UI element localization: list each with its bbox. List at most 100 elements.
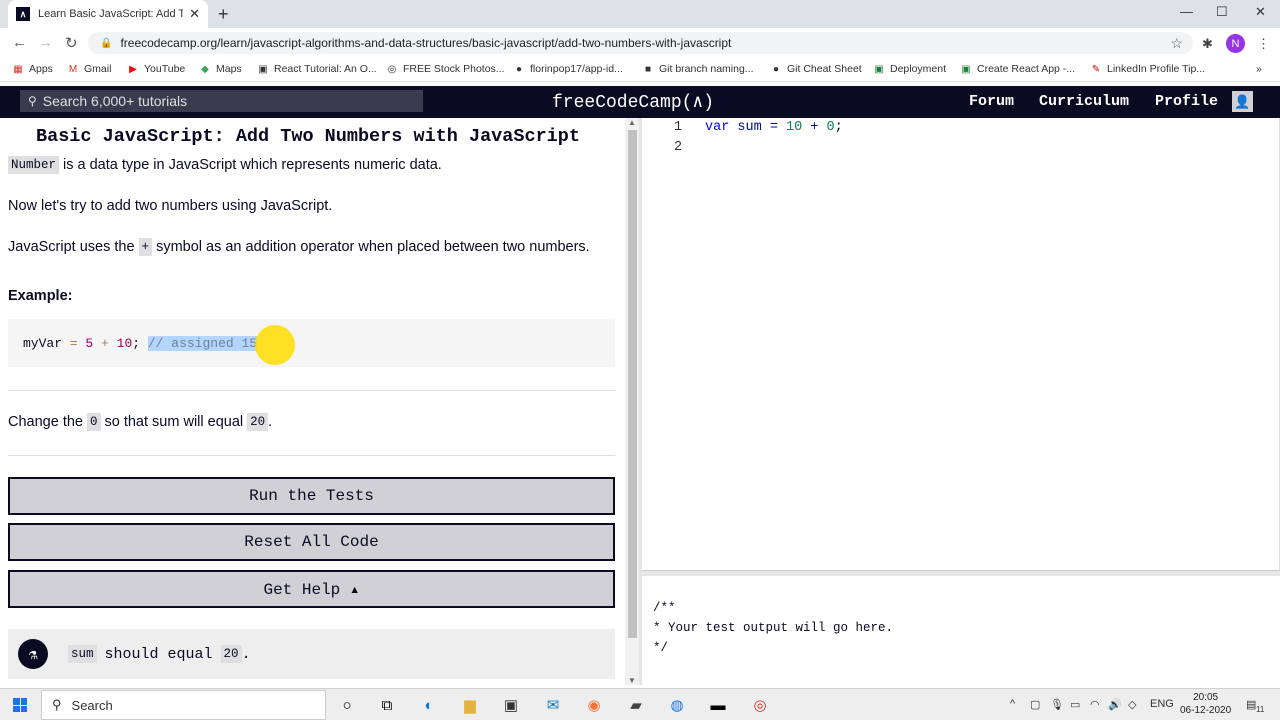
tutorial-search-input[interactable]: ⚲ Search 6,000+ tutorials	[20, 90, 423, 112]
nav-curriculum[interactable]: Curriculum	[1039, 93, 1129, 110]
windows-taskbar: ⚲ Search ○ ⧉ ◐ ▆ ▣ ✉ ◉ ▰ ◍ ▬ ◎ ^ ▢ 🎙 ▭ ◠…	[0, 688, 1280, 720]
search-placeholder: Search 6,000+ tutorials	[42, 93, 188, 109]
user-avatar-icon[interactable]: 👤	[1232, 91, 1253, 112]
bookmark-label: Git Cheat Sheet	[787, 63, 862, 75]
notification-count: 11	[1256, 705, 1265, 714]
test-item: ⚗ sum should equal 20 .	[8, 629, 615, 679]
microphone-icon[interactable]: 🎙	[1050, 698, 1064, 711]
browser-tab[interactable]: ∧ Learn Basic JavaScript: Add Two N ✕	[8, 0, 208, 28]
wifi-icon[interactable]: ◠	[1090, 698, 1100, 711]
bookmark-maps[interactable]: ◆ Maps	[199, 63, 242, 75]
lesson-paragraph-3: JavaScript uses the + symbol as an addit…	[8, 238, 590, 256]
clock[interactable]: 20:05 06-12-2020	[1180, 691, 1231, 717]
code-token: =	[62, 335, 86, 351]
nav-forum[interactable]: Forum	[969, 93, 1014, 110]
tray-app-icon[interactable]: ▢	[1030, 698, 1040, 711]
code-line-1[interactable]: var sum = 10 + 0;	[705, 120, 843, 135]
url-field[interactable]: 🔒 freecodecamp.org/learn/javascript-algo…	[88, 32, 1193, 54]
dropbox-icon[interactable]: ◇	[1128, 698, 1136, 711]
firefox-icon[interactable]: ◉	[583, 695, 605, 715]
bookmark-git-cheat-sheet[interactable]: ● Git Cheat Sheet	[770, 63, 862, 75]
battery-icon[interactable]: ▭	[1070, 698, 1080, 711]
taskbar-search-label: Search	[71, 697, 113, 713]
recorder-icon[interactable]: ◎	[749, 695, 771, 715]
taskbar-search[interactable]: ⚲ Search	[41, 690, 326, 720]
bookmark-react-tutorial[interactable]: ▣ React Tutorial: An O...	[257, 63, 377, 75]
bookmark-star-icon[interactable]: ☆	[1170, 35, 1183, 52]
page-icon: ▣	[874, 63, 884, 75]
test-text: .	[241, 645, 251, 663]
new-tab-icon[interactable]: +	[218, 4, 229, 25]
bookmark-stock-photos[interactable]: ◎ FREE Stock Photos...	[386, 63, 505, 75]
menu-kebab-icon[interactable]: ⋮	[1257, 36, 1270, 52]
terminal-icon[interactable]: ▬	[707, 695, 729, 715]
bookmark-florinpop[interactable]: ● florinpop17/app-id...	[513, 63, 623, 75]
scroll-down-icon[interactable]: ▼	[628, 676, 636, 685]
file-explorer-icon[interactable]: ▆	[459, 695, 481, 715]
mail-icon[interactable]: ✉	[542, 695, 564, 715]
edge-icon[interactable]: ◐	[418, 695, 440, 715]
bookmark-label: Maps	[216, 63, 242, 75]
bookmark-create-react-app[interactable]: ▣ Create React App -...	[960, 63, 1075, 75]
maximize-icon[interactable]: ☐	[1216, 4, 1228, 20]
forward-icon[interactable]: →	[38, 34, 53, 51]
inline-code: +	[138, 238, 153, 256]
code-token: 10	[116, 335, 133, 351]
tray-chevron-icon[interactable]: ^	[1010, 698, 1015, 710]
cortana-icon[interactable]: ○	[336, 695, 358, 715]
bookmark-git-branch[interactable]: ■ Git branch naming...	[642, 63, 754, 75]
code-token: 5	[85, 335, 94, 351]
lock-icon: 🔒	[100, 37, 113, 49]
freecodecamp-logo[interactable]: freeCodeCamp(∧)	[552, 91, 714, 113]
line-number: 2	[674, 140, 683, 155]
code-token: ;	[834, 120, 843, 135]
lesson-paragraph-2: Now let's try to add two numbers using J…	[8, 198, 333, 214]
bookmark-gmail[interactable]: M Gmail	[67, 63, 112, 75]
lesson-scrollbar[interactable]: ▲ ▼	[625, 118, 639, 685]
task-view-icon[interactable]: ⧉	[376, 695, 398, 715]
code-token: sum =	[729, 120, 787, 135]
bookmark-linkedin-tips[interactable]: ✎ LinkedIn Profile Tip...	[1090, 63, 1205, 75]
get-help-button[interactable]: Get Help ▴	[8, 570, 615, 608]
paragraph-text: is a data type in JavaScript which repre…	[63, 157, 442, 173]
bookmark-label: LinkedIn Profile Tip...	[1107, 63, 1206, 75]
bookmark-icon: ■	[644, 63, 652, 75]
reload-icon[interactable]: ↻	[65, 34, 78, 52]
chrome-icon[interactable]: ◍	[666, 695, 688, 715]
sticky-app-icon[interactable]: ▰	[625, 695, 647, 715]
reset-code-button[interactable]: Reset All Code	[8, 523, 615, 561]
inline-code: 20	[247, 413, 269, 431]
volume-icon[interactable]: 🔊	[1108, 698, 1122, 711]
scroll-up-icon[interactable]: ▲	[628, 118, 636, 127]
page-icon: ▣	[961, 63, 971, 75]
bookmark-youtube[interactable]: ▶ YouTube	[127, 63, 185, 75]
close-tab-icon[interactable]: ✕	[189, 6, 200, 22]
code-editor[interactable]: 1 2 var sum = 10 + 0;	[642, 118, 1280, 570]
notifications-icon[interactable]: ▤	[1246, 698, 1256, 711]
bookmark-label: YouTube	[144, 63, 186, 75]
search-icon: ⚲	[28, 94, 37, 108]
code-number: 0	[826, 120, 835, 135]
run-tests-button[interactable]: Run the Tests	[8, 477, 615, 515]
github-icon: ●	[515, 63, 523, 75]
more-bookmarks-icon[interactable]: »	[1256, 63, 1262, 75]
bookmark-label: Gmail	[84, 63, 112, 75]
bookmark-label: React Tutorial: An O...	[274, 63, 377, 75]
bookmark-label: Deployment	[890, 63, 947, 75]
code-token: ;	[132, 335, 148, 351]
bookmark-apps[interactable]: ▦ Apps	[12, 63, 53, 75]
extensions-icon[interactable]: ✱	[1202, 36, 1213, 52]
minimize-icon[interactable]: —	[1180, 4, 1193, 19]
gmail-icon: M	[68, 63, 78, 75]
back-icon[interactable]: ←	[12, 34, 27, 51]
windows-start-icon[interactable]	[13, 698, 27, 712]
store-icon[interactable]: ▣	[500, 695, 522, 715]
scrollbar-thumb[interactable]	[628, 130, 637, 638]
url-text: freecodecamp.org/learn/javascript-algori…	[120, 36, 732, 50]
bookmark-deployment[interactable]: ▣ Deployment	[873, 63, 946, 75]
nav-profile[interactable]: Profile	[1155, 93, 1218, 110]
bookmark-label: Create React App -...	[977, 63, 1076, 75]
close-window-icon[interactable]: ✕	[1255, 4, 1266, 20]
profile-avatar[interactable]: N	[1226, 34, 1245, 53]
language-indicator[interactable]: ENG	[1150, 698, 1174, 710]
